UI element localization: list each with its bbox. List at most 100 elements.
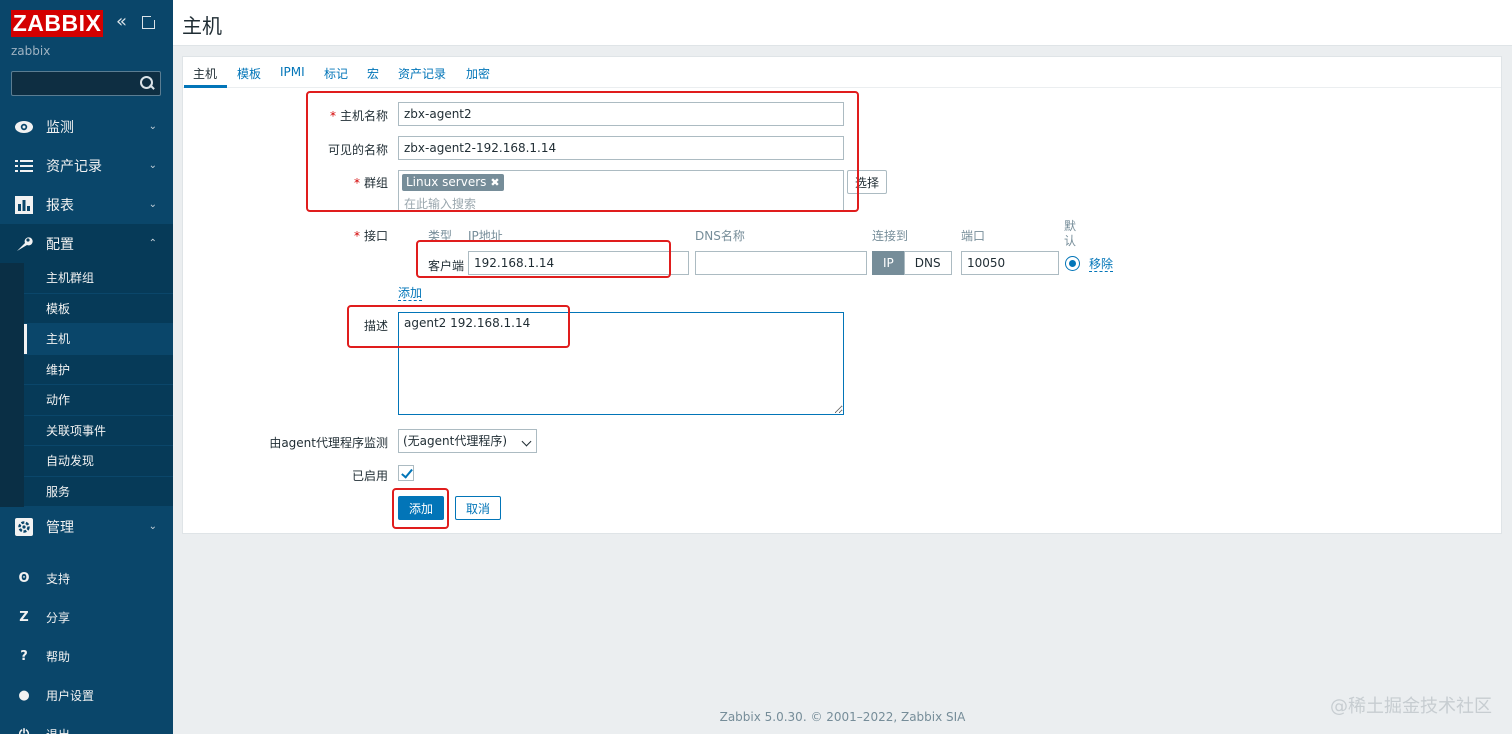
iface-header-type: 类型 [428, 229, 453, 243]
submenu-discovery[interactable]: 自动发现 [24, 446, 173, 477]
iface-header-connect: 连接到 [872, 229, 909, 243]
active-tab-indicator [184, 85, 227, 88]
chevron-down-icon [521, 436, 532, 447]
headset-icon: ʘ [18, 571, 30, 586]
connect-ip-button[interactable]: IP [872, 251, 905, 275]
logout-icon: ⏻ [17, 727, 31, 734]
search-box [11, 71, 161, 96]
enabled-checkbox[interactable] [398, 465, 414, 481]
menu-item-user-settings[interactable]: ● 用户设置 [0, 676, 173, 715]
menu-label: 管理 [46, 519, 74, 536]
page-title: 主机 [182, 14, 222, 38]
menu-item-monitoring[interactable]: 监测 ⌄ [0, 107, 173, 146]
group-chip: Linux servers ✖ [402, 174, 504, 191]
menu-label: 支持 [46, 572, 71, 586]
tab-inventory[interactable]: 资产记录 [398, 65, 446, 82]
iface-header-ip: IP地址 [468, 229, 503, 243]
tab-bar: 主机 模板 IPMI 标记 宏 资产记录 加密 [183, 57, 1501, 88]
tab-encryption[interactable]: 加密 [466, 65, 490, 82]
submenu-hosts[interactable]: 主机 [24, 324, 173, 355]
page-header: 主机 [173, 0, 1512, 46]
remove-interface-link[interactable]: 移除 [1089, 257, 1114, 272]
search-input[interactable] [12, 72, 138, 95]
host-name-input[interactable] [398, 102, 844, 126]
submenu-event-correlation[interactable]: 关联项事件 [24, 416, 173, 446]
menu-item-configuration[interactable]: 配置 ⌃ [0, 224, 173, 263]
list-icon [14, 156, 34, 176]
gear-icon [14, 517, 34, 537]
tab-ipmi[interactable]: IPMI [280, 65, 305, 79]
visible-name-label: 可见的名称 [327, 143, 388, 157]
proxy-select[interactable]: (无agent代理程序) [398, 429, 537, 453]
visible-name-input[interactable] [398, 136, 844, 160]
menu-item-support[interactable]: ʘ 支持 [0, 559, 173, 598]
groups-multiselect[interactable]: Linux servers ✖ 在此输入搜索 [398, 170, 844, 212]
sidebar: ZABBIX « zabbix 监测 ⌄ 资产记录 ⌄ 报表 ⌄ 配置 ⌃ 主机… [0, 0, 173, 734]
host-form-panel: 主机 模板 IPMI 标记 宏 资产记录 加密 *主机名称 可见的名称 *群组 … [182, 56, 1502, 534]
share-icon: Z [19, 610, 29, 625]
wrench-icon [14, 234, 34, 254]
tab-tags[interactable]: 标记 [324, 65, 348, 82]
chevron-up-icon: ⌃ [148, 238, 157, 249]
server-name: zabbix [11, 44, 51, 58]
collapse-sidebar-icon[interactable]: « [116, 13, 134, 32]
submenu-templates[interactable]: 模板 [24, 294, 173, 324]
menu-label: 报表 [46, 197, 74, 214]
add-host-button[interactable]: 添加 [398, 496, 445, 520]
enabled-label: 已启用 [351, 469, 388, 483]
menu-label: 资产记录 [46, 158, 102, 175]
iface-header-dns: DNS名称 [695, 229, 745, 243]
menu-item-logout[interactable]: ⏻ 退出 [0, 715, 173, 734]
cancel-button[interactable]: 取消 [455, 496, 502, 520]
submenu-services[interactable]: 服务 [24, 477, 173, 507]
menu-label: 分享 [46, 611, 71, 625]
chevron-down-icon: ⌄ [148, 199, 157, 210]
remove-chip-icon[interactable]: ✖ [490, 176, 499, 189]
menu-item-inventory[interactable]: 资产记录 ⌄ [0, 146, 173, 185]
iface-ip-input[interactable] [468, 251, 689, 275]
tab-macros[interactable]: 宏 [367, 65, 379, 82]
menu-item-administration[interactable]: 管理 ⌄ [0, 507, 173, 546]
menu-label: 配置 [46, 236, 74, 253]
menu-item-share[interactable]: Z 分享 [0, 598, 173, 637]
tab-host[interactable]: 主机 [193, 65, 217, 82]
menu-label: 帮助 [46, 650, 71, 664]
groups-search-placeholder[interactable]: 在此输入搜索 [404, 195, 476, 212]
connect-dns-button[interactable]: DNS [903, 251, 952, 275]
add-interface-link[interactable]: 添加 [398, 286, 423, 301]
footer: Zabbix 5.0.30. © 2001–2022, Zabbix SIA [719, 710, 966, 724]
chevron-down-icon: ⌄ [148, 521, 157, 532]
proxy-label: 由agent代理程序监测 [269, 436, 388, 450]
description-textarea[interactable]: agent2 192.168.1.14 [398, 312, 844, 415]
chevron-down-icon: ⌄ [148, 121, 157, 132]
menu-label: 监测 [46, 119, 74, 136]
submenu-host-groups[interactable]: 主机群组 [24, 263, 173, 294]
eye-icon [14, 117, 34, 137]
user-icon: ● [18, 688, 30, 703]
tab-templates[interactable]: 模板 [237, 65, 261, 82]
default-interface-radio[interactable] [1065, 256, 1080, 271]
logo-row: ZABBIX « [0, 0, 173, 44]
zabbix-logo[interactable]: ZABBIX [11, 10, 103, 37]
connect-to-toggle: IP DNS [872, 251, 952, 275]
groups-label: * 群组 [353, 176, 388, 190]
iface-type-value: 客户端 [428, 259, 465, 273]
menu-item-reports[interactable]: 报表 ⌄ [0, 185, 173, 224]
search-icon[interactable] [140, 76, 154, 90]
menu-label: 用户设置 [46, 689, 95, 703]
host-name-label: * 主机名称 [329, 109, 388, 123]
kiosk-mode-icon[interactable] [142, 14, 157, 29]
iface-port-input[interactable] [961, 251, 1059, 275]
description-label: 描述 [363, 319, 388, 333]
menu-label: 退出 [46, 726, 70, 734]
menu-item-help[interactable]: ? 帮助 [0, 637, 173, 676]
submenu-actions[interactable]: 动作 [24, 385, 173, 416]
iface-header-port: 端口 [961, 229, 986, 243]
iface-header-default: 默认 [1064, 219, 1077, 248]
bottom-menu: ʘ 支持 Z 分享 ? 帮助 ● 用户设置 ⏻ 退出 [0, 559, 173, 734]
bar-chart-icon [14, 195, 34, 215]
submenu-maintenance[interactable]: 维护 [24, 355, 173, 385]
select-groups-button[interactable]: 选择 [847, 170, 888, 194]
help-icon: ? [20, 649, 28, 664]
iface-dns-input[interactable] [695, 251, 867, 275]
